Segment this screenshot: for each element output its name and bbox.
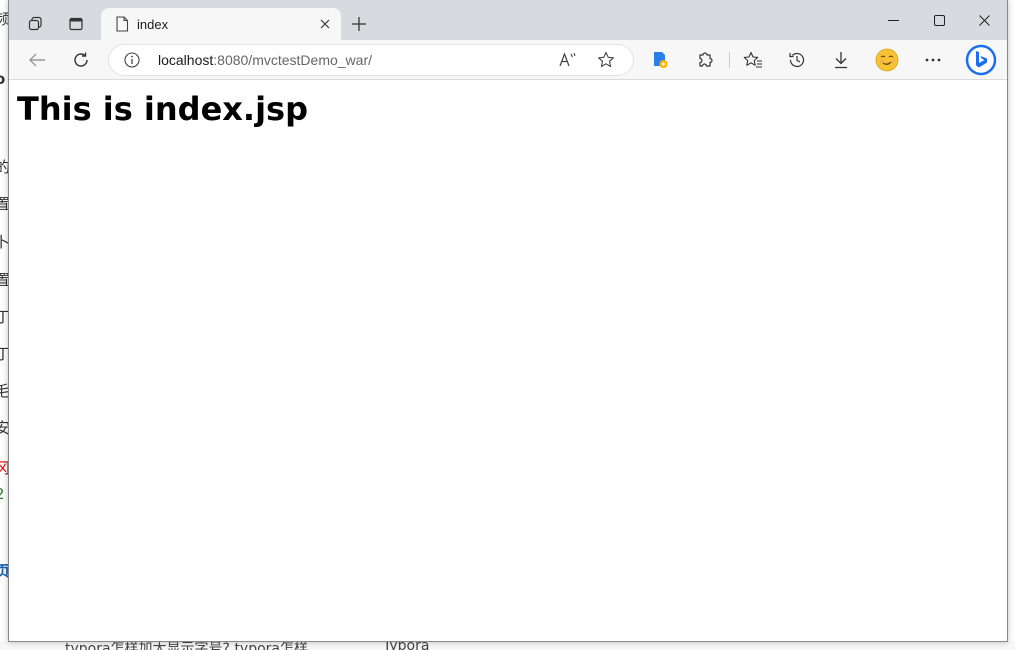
new-tab-button[interactable]: [345, 10, 373, 38]
extension-badge-icon: [654, 52, 668, 68]
background-link: Typora: [383, 641, 430, 650]
more-button[interactable]: [917, 44, 949, 76]
favorites-button[interactable]: [737, 44, 769, 76]
downloads-button[interactable]: [825, 44, 857, 76]
tab-actions-button[interactable]: [60, 8, 92, 40]
browser-toolbar: localhost:8080/mvctestDemo_war/: [9, 40, 1007, 80]
background-glyph: 页: [0, 562, 8, 580]
background-glyph: o: [0, 70, 6, 88]
address-bar[interactable]: localhost:8080/mvctestDemo_war/: [109, 45, 633, 75]
extension-button[interactable]: [644, 44, 676, 76]
workspaces-button[interactable]: [19, 8, 51, 40]
toolbar-divider: [729, 52, 730, 68]
history-icon: [789, 52, 805, 68]
bing-icon: [965, 44, 997, 76]
url-path: :8080/mvctestDemo_war/: [213, 52, 372, 68]
favorite-button[interactable]: [595, 49, 617, 71]
background-glyph: 安: [0, 419, 8, 437]
page-heading: This is index.jsp: [17, 90, 308, 128]
favorites-icon: [743, 51, 762, 68]
read-aloud-button[interactable]: [557, 49, 579, 71]
browser-window: index localhost:8080/mvctestDemo_war/ Th…: [8, 0, 1008, 642]
background-link: typora怎样加大显示字号? typora怎样: [65, 641, 309, 650]
tab-index[interactable]: index: [101, 8, 341, 40]
refresh-icon: [74, 52, 88, 67]
page-content: This is index.jsp: [9, 80, 1007, 641]
maximize-icon: [933, 14, 945, 26]
read-aloud-icon: [559, 52, 576, 67]
background-left-strip: 频 o 的 置 卜 置 丁 丁 毛 安 冈 2 页: [0, 0, 8, 650]
puzzle-icon: [699, 52, 713, 67]
maximize-button[interactable]: [916, 0, 962, 40]
download-icon: [835, 52, 847, 69]
info-icon[interactable]: [124, 52, 140, 68]
bing-button[interactable]: [964, 43, 998, 77]
tab-title: index: [137, 17, 169, 32]
background-glyph: 丁: [0, 345, 8, 363]
background-glyph: 毛: [0, 382, 8, 400]
background-glyph: 频: [0, 10, 8, 28]
close-icon: [320, 19, 330, 29]
window-close-button[interactable]: [961, 0, 1007, 40]
back-button[interactable]: [21, 44, 53, 76]
minimize-icon: [887, 19, 899, 21]
background-glyph: 置: [0, 195, 8, 213]
url-text[interactable]: localhost:8080/mvctestDemo_war/: [158, 52, 372, 68]
refresh-button[interactable]: [65, 44, 97, 76]
background-glyph: 丁: [0, 308, 8, 326]
page-icon: [116, 16, 129, 32]
plus-icon: [352, 17, 366, 31]
tab-close-button[interactable]: [315, 14, 335, 34]
history-button[interactable]: [781, 44, 813, 76]
emoji-profile-icon: [875, 48, 899, 72]
extensions-button[interactable]: [689, 44, 721, 76]
profile-button[interactable]: [871, 44, 903, 76]
workspaces-icon: [28, 16, 42, 31]
window-close-icon: [978, 14, 990, 26]
more-icon: [925, 58, 941, 62]
background-glyph: 2: [0, 485, 5, 503]
title-bar: index: [9, 0, 1007, 40]
tab-actions-icon: [69, 17, 83, 31]
background-glyph: 冈: [0, 459, 8, 477]
background-glyph: 置: [0, 271, 8, 289]
minimize-button[interactable]: [870, 0, 916, 40]
background-glyph: 卜: [0, 233, 8, 251]
back-arrow-icon: [29, 53, 45, 67]
url-host: localhost: [158, 52, 214, 68]
background-glyph: 的: [0, 158, 8, 176]
background-bottom-strip: typora怎样加大显示字号? typora怎样 Typora: [0, 641, 1015, 650]
star-icon: [598, 51, 614, 68]
